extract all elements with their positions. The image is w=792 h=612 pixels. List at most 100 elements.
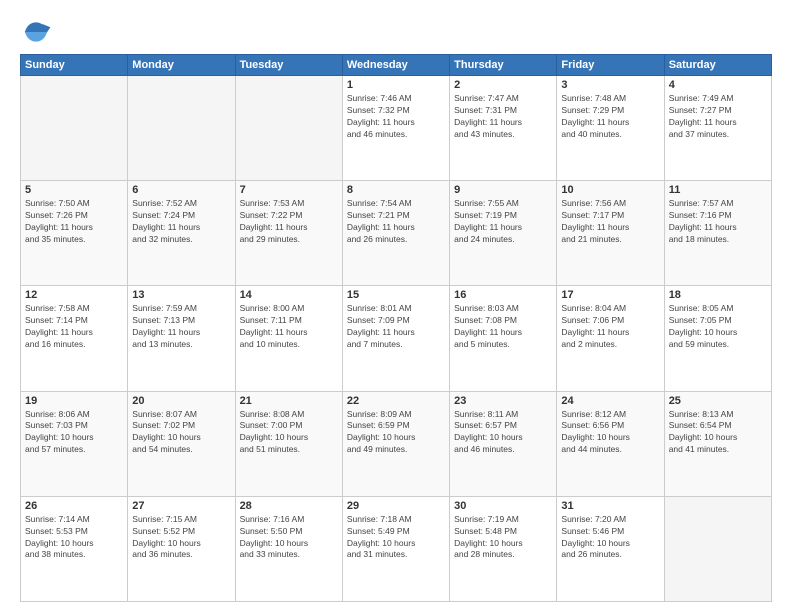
day-number: 12 <box>25 289 123 301</box>
day-info: Sunrise: 8:13 AM Sunset: 6:54 PM Dayligh… <box>669 409 767 457</box>
day-number: 4 <box>669 79 767 91</box>
day-info: Sunrise: 8:03 AM Sunset: 7:08 PM Dayligh… <box>454 303 552 351</box>
header <box>20 16 772 48</box>
day-info: Sunrise: 7:47 AM Sunset: 7:31 PM Dayligh… <box>454 93 552 141</box>
calendar-header-row: SundayMondayTuesdayWednesdayThursdayFrid… <box>21 55 772 76</box>
day-info: Sunrise: 7:54 AM Sunset: 7:21 PM Dayligh… <box>347 198 445 246</box>
day-number: 18 <box>669 289 767 301</box>
calendar-cell: 4 Sunrise: 7:49 AM Sunset: 7:27 PM Daylig… <box>664 76 771 181</box>
calendar-cell: 25 Sunrise: 8:13 AM Sunset: 6:54 PM Dayli… <box>664 391 771 496</box>
day-info: Sunrise: 7:15 AM Sunset: 5:52 PM Dayligh… <box>132 514 230 562</box>
day-number: 15 <box>347 289 445 301</box>
weekday-header-thursday: Thursday <box>450 55 557 76</box>
day-number: 8 <box>347 184 445 196</box>
day-number: 10 <box>561 184 659 196</box>
weekday-header-tuesday: Tuesday <box>235 55 342 76</box>
day-info: Sunrise: 8:04 AM Sunset: 7:06 PM Dayligh… <box>561 303 659 351</box>
calendar-cell: 22 Sunrise: 8:09 AM Sunset: 6:59 PM Dayli… <box>342 391 449 496</box>
calendar-cell: 12 Sunrise: 7:58 AM Sunset: 7:14 PM Dayli… <box>21 286 128 391</box>
calendar-cell: 20 Sunrise: 8:07 AM Sunset: 7:02 PM Dayli… <box>128 391 235 496</box>
day-info: Sunrise: 7:53 AM Sunset: 7:22 PM Dayligh… <box>240 198 338 246</box>
calendar-cell: 2 Sunrise: 7:47 AM Sunset: 7:31 PM Daylig… <box>450 76 557 181</box>
day-info: Sunrise: 7:16 AM Sunset: 5:50 PM Dayligh… <box>240 514 338 562</box>
day-number: 17 <box>561 289 659 301</box>
day-number: 19 <box>25 395 123 407</box>
calendar-cell <box>235 76 342 181</box>
weekday-header-wednesday: Wednesday <box>342 55 449 76</box>
day-number: 13 <box>132 289 230 301</box>
calendar-week-5: 26 Sunrise: 7:14 AM Sunset: 5:53 PM Dayli… <box>21 496 772 601</box>
weekday-header-saturday: Saturday <box>664 55 771 76</box>
day-number: 26 <box>25 500 123 512</box>
day-info: Sunrise: 7:58 AM Sunset: 7:14 PM Dayligh… <box>25 303 123 351</box>
calendar-cell: 17 Sunrise: 8:04 AM Sunset: 7:06 PM Dayli… <box>557 286 664 391</box>
calendar-cell: 3Sunrise: 7:48 AM Sunset: 7:29 PM Daylig… <box>557 76 664 181</box>
day-info: Sunrise: 8:01 AM Sunset: 7:09 PM Dayligh… <box>347 303 445 351</box>
day-number: 6 <box>132 184 230 196</box>
calendar-cell: 9 Sunrise: 7:55 AM Sunset: 7:19 PM Daylig… <box>450 181 557 286</box>
day-info: Sunrise: 7:20 AM Sunset: 5:46 PM Dayligh… <box>561 514 659 562</box>
day-info: Sunrise: 7:48 AM Sunset: 7:29 PM Dayligh… <box>561 93 659 141</box>
day-number: 7 <box>240 184 338 196</box>
day-info: Sunrise: 7:56 AM Sunset: 7:17 PM Dayligh… <box>561 198 659 246</box>
calendar-cell <box>21 76 128 181</box>
calendar-cell: 15 Sunrise: 8:01 AM Sunset: 7:09 PM Dayli… <box>342 286 449 391</box>
calendar-cell: 18 Sunrise: 8:05 AM Sunset: 7:05 PM Dayli… <box>664 286 771 391</box>
day-number: 20 <box>132 395 230 407</box>
day-info: Sunrise: 8:05 AM Sunset: 7:05 PM Dayligh… <box>669 303 767 351</box>
calendar-cell: 5Sunrise: 7:50 AM Sunset: 7:26 PM Daylig… <box>21 181 128 286</box>
day-number: 16 <box>454 289 552 301</box>
day-info: Sunrise: 8:08 AM Sunset: 7:00 PM Dayligh… <box>240 409 338 457</box>
day-number: 11 <box>669 184 767 196</box>
calendar-week-1: 1 Sunrise: 7:46 AM Sunset: 7:32 PM Daylig… <box>21 76 772 181</box>
calendar-body: 1 Sunrise: 7:46 AM Sunset: 7:32 PM Daylig… <box>21 76 772 602</box>
day-number: 29 <box>347 500 445 512</box>
day-info: Sunrise: 7:50 AM Sunset: 7:26 PM Dayligh… <box>25 198 123 246</box>
calendar-cell <box>664 496 771 601</box>
calendar-cell: 8 Sunrise: 7:54 AM Sunset: 7:21 PM Daylig… <box>342 181 449 286</box>
calendar-cell: 6 Sunrise: 7:52 AM Sunset: 7:24 PM Daylig… <box>128 181 235 286</box>
page: SundayMondayTuesdayWednesdayThursdayFrid… <box>0 0 792 612</box>
day-number: 2 <box>454 79 552 91</box>
day-info: Sunrise: 7:14 AM Sunset: 5:53 PM Dayligh… <box>25 514 123 562</box>
weekday-header-friday: Friday <box>557 55 664 76</box>
day-number: 24 <box>561 395 659 407</box>
calendar-cell: 11Sunrise: 7:57 AM Sunset: 7:16 PM Dayli… <box>664 181 771 286</box>
calendar-cell: 19Sunrise: 8:06 AM Sunset: 7:03 PM Dayli… <box>21 391 128 496</box>
day-info: Sunrise: 8:11 AM Sunset: 6:57 PM Dayligh… <box>454 409 552 457</box>
day-info: Sunrise: 7:49 AM Sunset: 7:27 PM Dayligh… <box>669 93 767 141</box>
calendar-week-3: 12 Sunrise: 7:58 AM Sunset: 7:14 PM Dayli… <box>21 286 772 391</box>
calendar-cell: 29Sunrise: 7:18 AM Sunset: 5:49 PM Dayli… <box>342 496 449 601</box>
calendar-cell: 16 Sunrise: 8:03 AM Sunset: 7:08 PM Dayli… <box>450 286 557 391</box>
day-number: 9 <box>454 184 552 196</box>
calendar-cell: 31Sunrise: 7:20 AM Sunset: 5:46 PM Dayli… <box>557 496 664 601</box>
logo <box>20 16 56 48</box>
day-number: 23 <box>454 395 552 407</box>
day-number: 22 <box>347 395 445 407</box>
day-info: Sunrise: 8:07 AM Sunset: 7:02 PM Dayligh… <box>132 409 230 457</box>
calendar-cell: 14Sunrise: 8:00 AM Sunset: 7:11 PM Dayli… <box>235 286 342 391</box>
calendar-cell: 30 Sunrise: 7:19 AM Sunset: 5:48 PM Dayli… <box>450 496 557 601</box>
day-info: Sunrise: 8:09 AM Sunset: 6:59 PM Dayligh… <box>347 409 445 457</box>
day-info: Sunrise: 7:52 AM Sunset: 7:24 PM Dayligh… <box>132 198 230 246</box>
calendar-cell: 28Sunrise: 7:16 AM Sunset: 5:50 PM Dayli… <box>235 496 342 601</box>
calendar-cell: 10 Sunrise: 7:56 AM Sunset: 7:17 PM Dayli… <box>557 181 664 286</box>
day-number: 27 <box>132 500 230 512</box>
day-number: 30 <box>454 500 552 512</box>
calendar-cell: 23 Sunrise: 8:11 AM Sunset: 6:57 PM Dayli… <box>450 391 557 496</box>
day-number: 21 <box>240 395 338 407</box>
calendar-cell: 7 Sunrise: 7:53 AM Sunset: 7:22 PM Daylig… <box>235 181 342 286</box>
calendar-cell: 13Sunrise: 7:59 AM Sunset: 7:13 PM Dayli… <box>128 286 235 391</box>
calendar-cell: 26 Sunrise: 7:14 AM Sunset: 5:53 PM Dayli… <box>21 496 128 601</box>
day-number: 25 <box>669 395 767 407</box>
day-info: Sunrise: 8:12 AM Sunset: 6:56 PM Dayligh… <box>561 409 659 457</box>
weekday-header-monday: Monday <box>128 55 235 76</box>
day-number: 1 <box>347 79 445 91</box>
day-info: Sunrise: 7:19 AM Sunset: 5:48 PM Dayligh… <box>454 514 552 562</box>
calendar-cell: 24 Sunrise: 8:12 AM Sunset: 6:56 PM Dayli… <box>557 391 664 496</box>
day-info: Sunrise: 7:46 AM Sunset: 7:32 PM Dayligh… <box>347 93 445 141</box>
day-number: 14 <box>240 289 338 301</box>
calendar-cell <box>128 76 235 181</box>
weekday-header-sunday: Sunday <box>21 55 128 76</box>
day-info: Sunrise: 7:55 AM Sunset: 7:19 PM Dayligh… <box>454 198 552 246</box>
